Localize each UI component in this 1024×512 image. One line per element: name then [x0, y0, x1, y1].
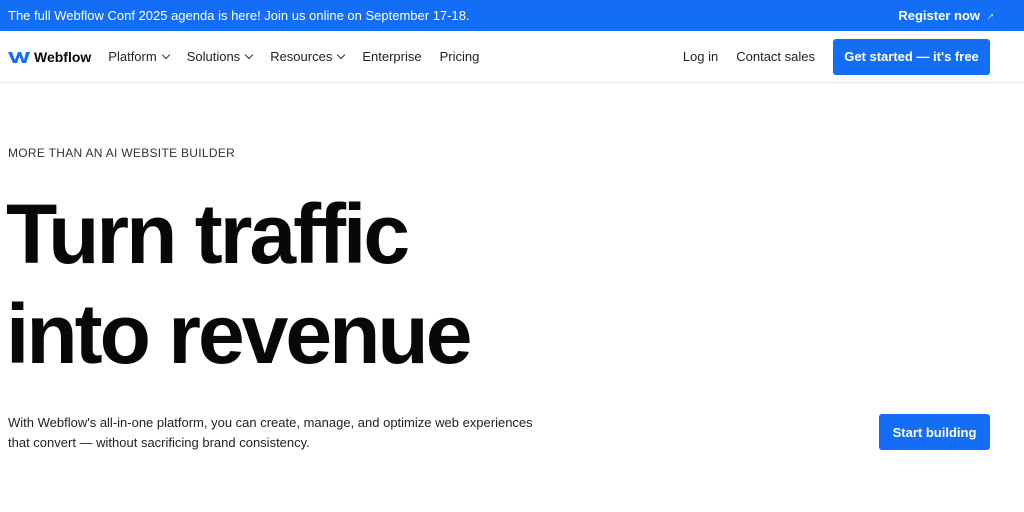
- announcement-banner: The full Webflow Conf 2025 agenda is her…: [0, 0, 1024, 31]
- nav-item-label: Solutions: [186, 49, 241, 64]
- nav-item-resources[interactable]: Resources: [270, 49, 346, 64]
- nav-item-label: Platform: [108, 49, 157, 64]
- hero-eyebrow: MORE THAN AN AI WEBSITE BUILDER: [8, 146, 236, 160]
- start-building-button[interactable]: Start building: [879, 414, 990, 450]
- headline-line-2: into revenue: [6, 287, 472, 381]
- webflow-logo-icon: [8, 51, 30, 63]
- headline-line-1: Turn traffic: [6, 187, 410, 281]
- banner-text: The full Webflow Conf 2025 agenda is her…: [8, 8, 470, 23]
- hero-description: With Webflow's all-in-one platform, you …: [8, 415, 533, 450]
- contact-sales-link[interactable]: Contact sales: [736, 49, 815, 64]
- webflow-logo[interactable]: Webflow: [8, 49, 91, 65]
- nav-item-label: Resources: [270, 49, 333, 64]
- chevron-down-icon: [244, 50, 254, 60]
- nav-item-label: Pricing: [439, 49, 480, 64]
- register-now-label: Register now: [898, 8, 980, 23]
- nav-item-label: Enterprise: [362, 49, 422, 64]
- nav-item-pricing[interactable]: Pricing: [440, 49, 480, 64]
- get-started-button[interactable]: Get started — it's free: [833, 38, 990, 75]
- hero-headline: Turn traffic into revenue: [6, 184, 472, 384]
- main-navigation: Webflow Platform Solutions Resources Ent…: [0, 31, 1024, 83]
- register-now-link[interactable]: Register now ↑: [898, 8, 998, 23]
- nav-item-platform[interactable]: Platform: [108, 49, 170, 64]
- arrow-up-right-icon: ↑: [983, 8, 999, 23]
- nav-item-solutions[interactable]: Solutions: [186, 49, 254, 64]
- logo-text: Webflow: [34, 48, 92, 65]
- chevron-down-icon: [337, 50, 346, 60]
- chevron-down-icon: [161, 50, 170, 60]
- login-link[interactable]: Log in: [683, 49, 718, 64]
- nav-item-enterprise[interactable]: Enterprise: [362, 49, 421, 64]
